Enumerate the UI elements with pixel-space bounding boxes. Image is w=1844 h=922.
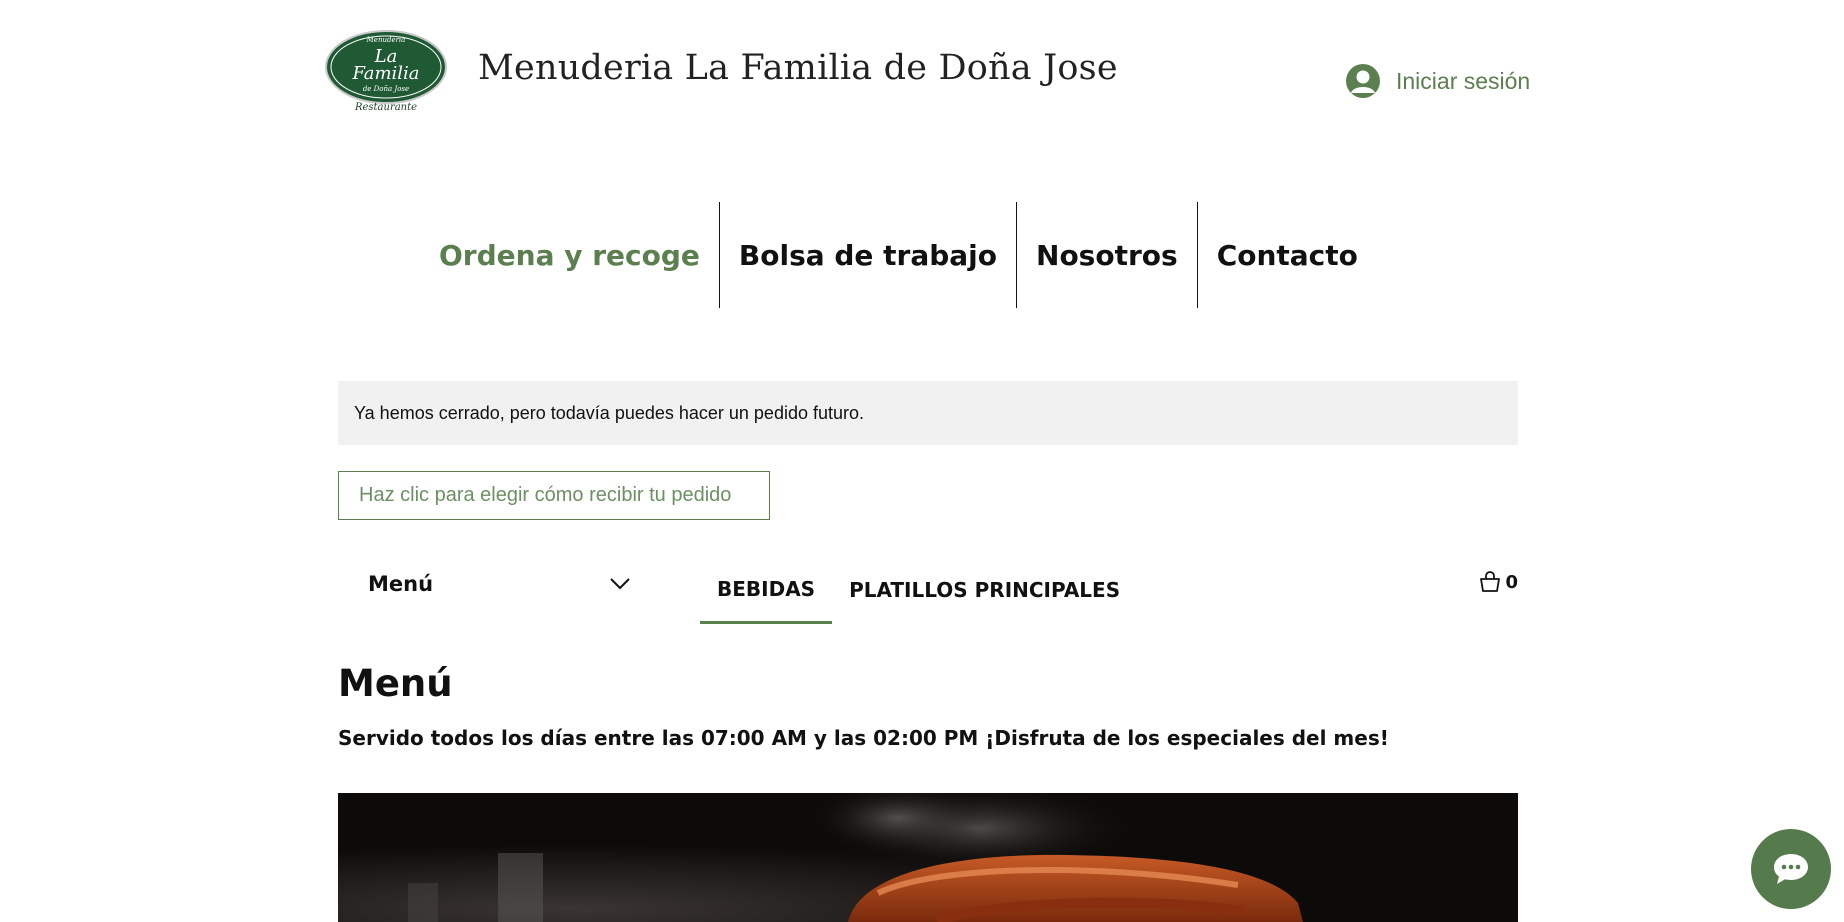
menu-hero-image [338,793,1518,922]
menu-dropdown-value: Menú [368,572,434,596]
restaurant-logo[interactable]: Menuderia La Familia de Doña Jose Restau… [324,29,448,113]
shopping-bag-icon [1480,571,1501,592]
site-title[interactable]: Menuderia La Familia de Doña Jose [478,48,1118,88]
nav-item-nosotros[interactable]: Nosotros [1017,202,1197,308]
pickup-method-button[interactable]: Haz clic para elegir cómo recibir tu ped… [338,471,770,520]
logo-text-1: Menuderia [366,36,406,44]
category-tabs: BEBIDAS PLATILLOS PRINCIPALES [700,556,1137,624]
cart-button[interactable]: 0 [1479,571,1518,593]
menu-section-title: Menú [338,662,453,705]
logo-text-5: Restaurante [354,102,417,113]
steaming-bowl-photo [338,793,1518,922]
menu-section-description: Servido todos los días entre las 07:00 A… [338,726,1389,750]
chevron-down-icon [610,578,630,590]
nav-item-ordena-y-recoge[interactable]: Ordena y recoge [420,202,719,308]
main-nav: Ordena y recoge Bolsa de trabajo Nosotro… [420,202,1377,308]
tab-bebidas[interactable]: BEBIDAS [700,556,833,624]
nav-item-bolsa-de-trabajo[interactable]: Bolsa de trabajo [720,202,1016,308]
closed-notice-text: Ya hemos cerrado, pero todavía puedes ha… [354,402,865,423]
logo-text-4: de Doña Jose [363,85,409,93]
menu-bar: Menú BEBIDAS PLATILLOS PRINCIPALES 0 [338,556,1518,624]
login-button[interactable]: Iniciar sesión [1346,64,1530,98]
logo-text-3: Familia [351,63,419,84]
chat-button[interactable] [1751,829,1831,909]
tab-platillos-principales[interactable]: PLATILLOS PRINCIPALES [832,556,1137,624]
logo-emblem: Menuderia La Familia de Doña Jose Restau… [325,30,447,113]
cart-count: 0 [1505,571,1518,593]
user-avatar-icon [1346,64,1380,98]
nav-item-contacto[interactable]: Contacto [1198,202,1377,308]
chat-bubble-icon [1774,854,1808,884]
closed-notice: Ya hemos cerrado, pero todavía puedes ha… [338,381,1518,445]
login-label: Iniciar sesión [1396,67,1531,94]
